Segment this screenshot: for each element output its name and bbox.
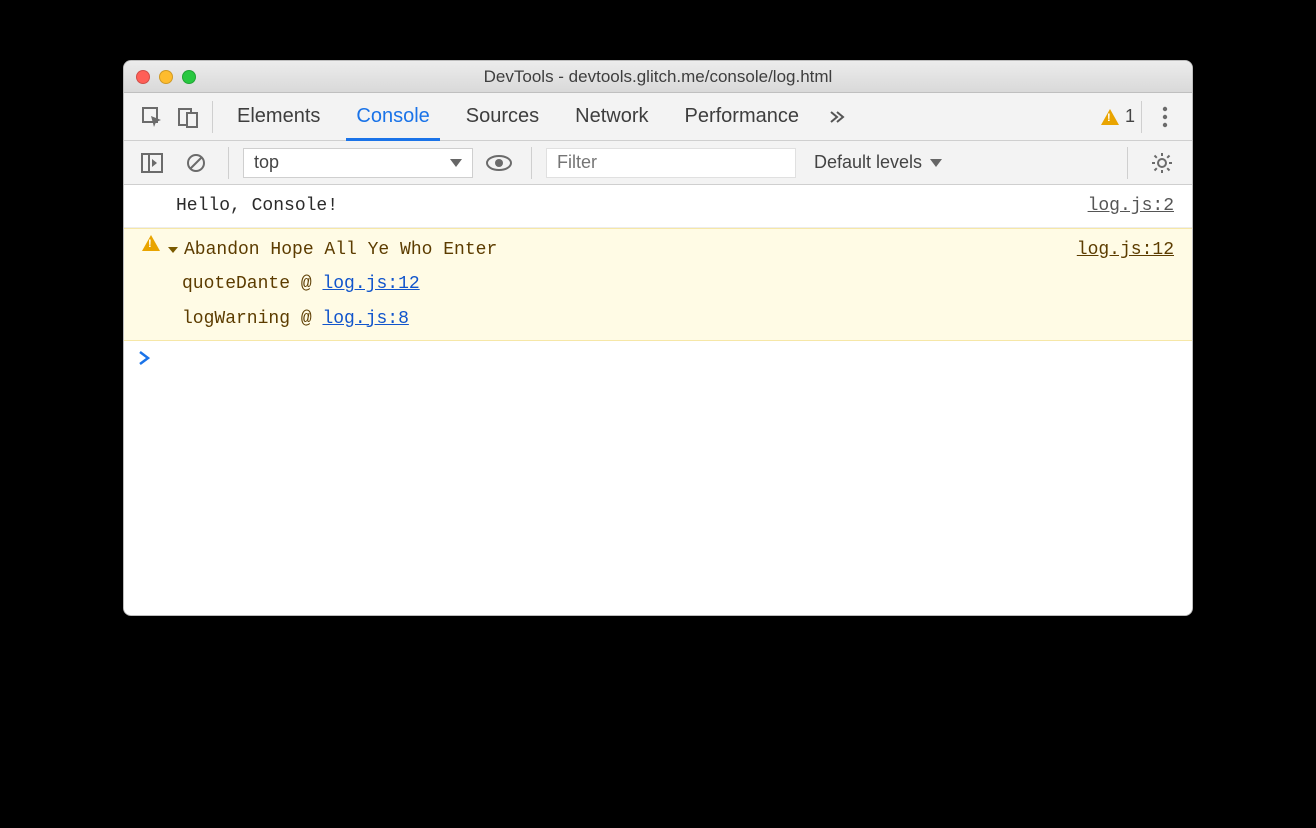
close-window-button[interactable] [136,70,150,84]
console-toolbar: top Default levels [124,141,1192,185]
chevron-down-icon [168,247,178,253]
titlebar: DevTools - devtools.glitch.me/console/lo… [124,61,1192,93]
log-message: Hello, Console! [164,189,1088,223]
more-tabs-button[interactable] [817,108,857,126]
clear-console-icon[interactable] [178,145,214,181]
stack-source-link[interactable]: log.js:8 [322,309,408,329]
console-sidebar-toggle-icon[interactable] [134,145,170,181]
separator [228,147,229,179]
inspect-element-icon[interactable] [134,99,170,135]
separator [531,147,532,179]
live-expression-icon[interactable] [481,145,517,181]
main-tabs-row: Elements Console Sources Network Perform… [124,93,1192,141]
log-levels-label: Default levels [814,152,922,173]
console-messages: Hello, Console! log.js:2 Abandon Hope Al… [124,185,1192,615]
stack-trace: quoteDante @ log.js:12 logWarning @ log.… [168,267,1174,335]
separator [212,101,213,133]
console-prompt[interactable] [124,341,1192,375]
warning-counter[interactable]: 1 [1101,106,1135,127]
warning-icon [1101,109,1119,125]
log-gutter [138,189,164,191]
tab-sources[interactable]: Sources [448,93,557,141]
tabs: Elements Console Sources Network Perform… [219,93,817,141]
stack-source-link[interactable]: log.js:12 [322,274,419,294]
stack-fn: logWarning [182,309,290,329]
warning-gutter [138,233,164,251]
console-warning-row: Abandon Hope All Ye Who Enter log.js:12 … [124,228,1192,341]
window-controls [136,70,196,84]
chevron-down-icon [930,159,942,167]
console-settings-icon[interactable] [1142,152,1182,174]
log-levels-select[interactable]: Default levels [804,152,952,173]
console-log-row: Hello, Console! log.js:2 [124,185,1192,228]
source-link[interactable]: log.js:2 [1088,189,1174,223]
separator [1141,101,1142,133]
stack-frame: logWarning @ log.js:8 [182,302,1174,336]
warning-count-value: 1 [1125,106,1135,127]
tab-network[interactable]: Network [557,93,666,141]
tab-console[interactable]: Console [338,93,447,141]
filter-input[interactable] [546,148,796,178]
tab-elements[interactable]: Elements [219,93,338,141]
window-title: DevTools - devtools.glitch.me/console/lo… [124,67,1192,87]
prompt-chevron-icon [138,351,150,365]
separator [1127,147,1128,179]
stack-fn: quoteDante [182,274,290,294]
more-options-button[interactable] [1148,106,1182,128]
minimize-window-button[interactable] [159,70,173,84]
chevron-down-icon [450,159,462,167]
disclosure-toggle[interactable] [168,233,178,267]
source-link[interactable]: log.js:12 [1077,233,1174,267]
device-toolbar-icon[interactable] [170,99,206,135]
devtools-window: DevTools - devtools.glitch.me/console/lo… [123,60,1193,616]
stack-frame: quoteDante @ log.js:12 [182,267,1174,301]
tab-performance[interactable]: Performance [667,93,818,141]
warning-icon [142,235,160,251]
execution-context-select[interactable]: top [243,148,473,178]
zoom-window-button[interactable] [182,70,196,84]
execution-context-value: top [254,152,279,173]
warning-message: Abandon Hope All Ye Who Enter [184,233,1077,267]
